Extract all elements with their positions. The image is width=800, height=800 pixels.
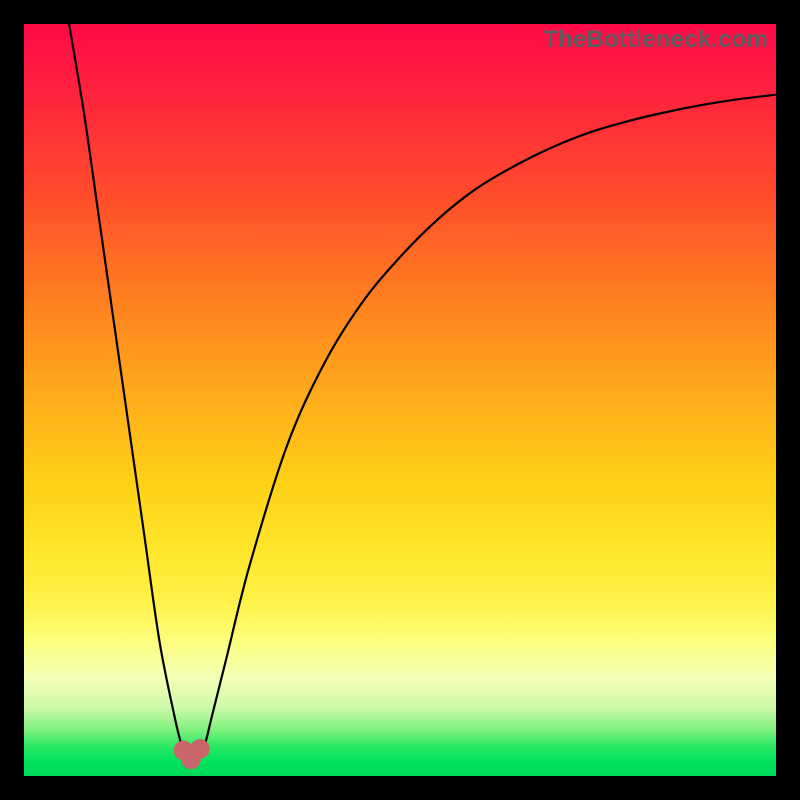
marker-valley-right [190, 739, 210, 759]
bottleneck-curve [69, 24, 776, 763]
curve-svg [24, 24, 776, 776]
plot-area: TheBottleneck.com [24, 24, 776, 776]
chart-frame: TheBottleneck.com [0, 0, 800, 800]
valley-markers [174, 739, 210, 769]
